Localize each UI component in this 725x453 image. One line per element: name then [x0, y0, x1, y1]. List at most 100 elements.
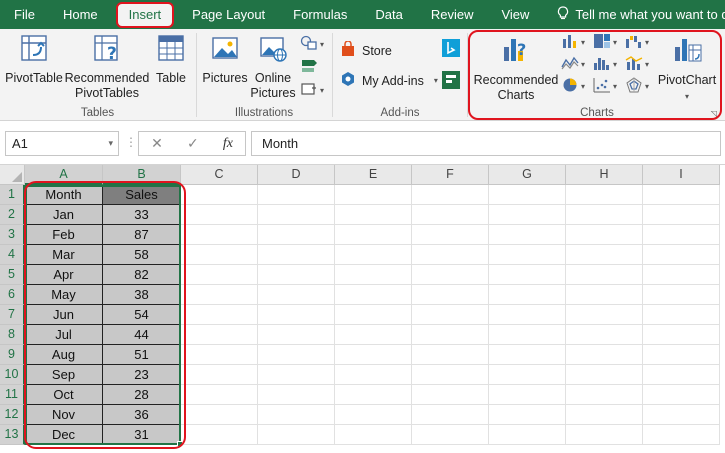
row-header-2[interactable]: 2: [0, 205, 25, 225]
empty-cell[interactable]: [566, 265, 643, 285]
empty-cell[interactable]: [181, 305, 258, 325]
row-header-3[interactable]: 3: [0, 225, 25, 245]
empty-cell[interactable]: [412, 425, 489, 445]
formula-input[interactable]: Month: [251, 131, 721, 156]
empty-cell[interactable]: [181, 245, 258, 265]
empty-cell[interactable]: [489, 365, 566, 385]
empty-cell[interactable]: [412, 325, 489, 345]
empty-cell[interactable]: [643, 205, 720, 225]
table-cell[interactable]: 51: [103, 345, 181, 365]
empty-cell[interactable]: [566, 405, 643, 425]
insert-function-icon[interactable]: fx: [223, 136, 233, 152]
empty-cell[interactable]: [489, 425, 566, 445]
empty-cell[interactable]: [412, 245, 489, 265]
empty-cell[interactable]: [412, 305, 489, 325]
table-cell[interactable]: Oct: [25, 385, 103, 405]
empty-cell[interactable]: [489, 345, 566, 365]
tab-formulas[interactable]: Formulas: [279, 0, 361, 29]
enter-check-icon[interactable]: ✓: [187, 135, 199, 152]
row-header-8[interactable]: 8: [0, 325, 25, 345]
column-header-c[interactable]: C: [181, 165, 258, 185]
tab-view[interactable]: View: [487, 0, 543, 29]
empty-cell[interactable]: [181, 325, 258, 345]
table-button[interactable]: Table: [150, 33, 192, 86]
table-header-cell[interactable]: Month: [25, 185, 103, 205]
empty-cell[interactable]: [181, 385, 258, 405]
table-cell[interactable]: Mar: [25, 245, 103, 265]
table-cell[interactable]: 23: [103, 365, 181, 385]
empty-cell[interactable]: [181, 405, 258, 425]
empty-cell[interactable]: [258, 245, 335, 265]
empty-cell[interactable]: [489, 385, 566, 405]
empty-cell[interactable]: [412, 405, 489, 425]
table-cell[interactable]: 33: [103, 205, 181, 225]
table-cell[interactable]: Jan: [25, 205, 103, 225]
empty-cell[interactable]: [643, 405, 720, 425]
empty-cell[interactable]: [335, 405, 412, 425]
name-box[interactable]: A1 ▾: [5, 131, 119, 156]
empty-cell[interactable]: [566, 205, 643, 225]
empty-cell[interactable]: [335, 325, 412, 345]
table-cell[interactable]: Jul: [25, 325, 103, 345]
column-header-e[interactable]: E: [335, 165, 412, 185]
empty-cell[interactable]: [258, 325, 335, 345]
table-cell[interactable]: Jun: [25, 305, 103, 325]
empty-cell[interactable]: [566, 305, 643, 325]
empty-cell[interactable]: [566, 365, 643, 385]
empty-cell[interactable]: [489, 405, 566, 425]
table-cell[interactable]: May: [25, 285, 103, 305]
table-cell[interactable]: Feb: [25, 225, 103, 245]
empty-cell[interactable]: [566, 285, 643, 305]
empty-cell[interactable]: [335, 345, 412, 365]
table-cell[interactable]: 87: [103, 225, 181, 245]
empty-cell[interactable]: [412, 345, 489, 365]
empty-cell[interactable]: [566, 245, 643, 265]
empty-cell[interactable]: [258, 385, 335, 405]
table-cell[interactable]: Dec: [25, 425, 103, 445]
empty-cell[interactable]: [258, 285, 335, 305]
empty-cell[interactable]: [489, 325, 566, 345]
empty-cell[interactable]: [335, 245, 412, 265]
pivottable-button[interactable]: PivotTable: [4, 33, 64, 86]
empty-cell[interactable]: [643, 365, 720, 385]
empty-cell[interactable]: [335, 225, 412, 245]
smartart-button[interactable]: [300, 58, 318, 77]
online-pictures-button[interactable]: Online Pictures: [250, 33, 296, 101]
table-cell[interactable]: 36: [103, 405, 181, 425]
empty-cell[interactable]: [566, 425, 643, 445]
my-addins-button[interactable]: My Add-ins ▾: [340, 71, 438, 90]
column-header-f[interactable]: F: [412, 165, 489, 185]
empty-cell[interactable]: [335, 205, 412, 225]
empty-cell[interactable]: [181, 225, 258, 245]
empty-cell[interactable]: [181, 265, 258, 285]
tab-page-layout[interactable]: Page Layout: [178, 0, 279, 29]
empty-cell[interactable]: [335, 385, 412, 405]
empty-cell[interactable]: [335, 425, 412, 445]
empty-cell[interactable]: [643, 265, 720, 285]
empty-cell[interactable]: [643, 245, 720, 265]
bing-maps-button[interactable]: [442, 39, 460, 60]
column-header-a[interactable]: A: [25, 165, 103, 185]
empty-cell[interactable]: [566, 225, 643, 245]
empty-cell[interactable]: [489, 185, 566, 205]
empty-cell[interactable]: [412, 385, 489, 405]
empty-cell[interactable]: [489, 305, 566, 325]
empty-cell[interactable]: [335, 285, 412, 305]
row-header-5[interactable]: 5: [0, 265, 25, 285]
table-cell[interactable]: Nov: [25, 405, 103, 425]
row-header-11[interactable]: 11: [0, 385, 25, 405]
row-header-6[interactable]: 6: [0, 285, 25, 305]
empty-cell[interactable]: [643, 305, 720, 325]
empty-cell[interactable]: [412, 265, 489, 285]
tell-me-box[interactable]: Tell me what you want to do...: [543, 5, 725, 24]
tab-data[interactable]: Data: [361, 0, 416, 29]
empty-cell[interactable]: [412, 225, 489, 245]
empty-cell[interactable]: [643, 325, 720, 345]
row-header-9[interactable]: 9: [0, 345, 25, 365]
table-cell[interactable]: 82: [103, 265, 181, 285]
table-cell[interactable]: Sep: [25, 365, 103, 385]
table-cell[interactable]: 58: [103, 245, 181, 265]
empty-cell[interactable]: [181, 365, 258, 385]
empty-cell[interactable]: [258, 365, 335, 385]
empty-cell[interactable]: [643, 425, 720, 445]
